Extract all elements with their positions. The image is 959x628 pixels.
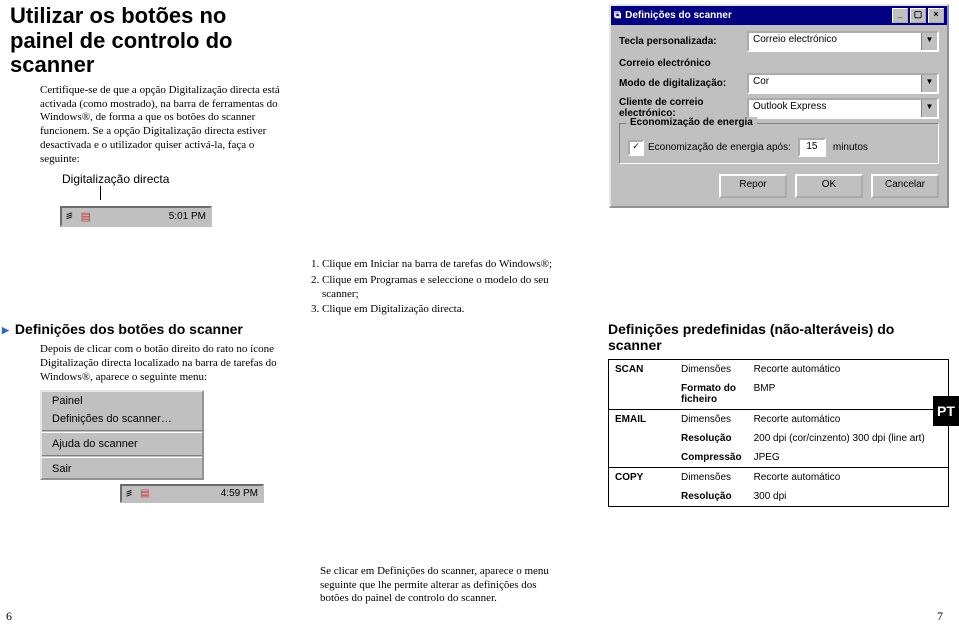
cell-copy-dim: Dimensões [675, 468, 748, 488]
cell-email-res: Resolução [675, 429, 748, 448]
step-2: Clique em Programas e seleccione o model… [322, 274, 574, 302]
energy-groupbox: Economização de energia ✓ Economização d… [619, 123, 939, 164]
cell-copy-res-val: 300 dpi [748, 487, 949, 507]
ctx-separator [42, 455, 202, 458]
context-menu-intro: Depois de clicar com o botão direito do … [40, 343, 290, 384]
scan-mode-dropdown[interactable]: Cor ▼ [747, 73, 939, 94]
tray2-clock: 4:59 PM [217, 486, 262, 501]
email-section-heading: Correio electrónico [619, 58, 939, 69]
section-heading-buttons: Definições dos botões do scanner [2, 321, 290, 337]
cell-formato-val: BMP [748, 379, 949, 409]
energy-checkbox-label: Economização de energia após: [648, 142, 791, 153]
defaults-table: SCAN Dimensões Recorte automático Format… [608, 359, 949, 507]
cell-email-dim-val: Recorte automático [748, 410, 949, 430]
footer-paragraph: Se clicar em Definições do scanner, apar… [320, 565, 560, 606]
custom-key-label: Tecla personalizada: [619, 36, 747, 47]
tray2-handle-icon: ꠵ [122, 486, 136, 501]
tray-clock: 5:01 PM [165, 209, 210, 224]
tray-handle-icon: ꠵ [62, 208, 77, 225]
page-number-left: 6 [6, 609, 12, 624]
intro-paragraph: Certifique-se de que a opção Digitalizaç… [40, 84, 280, 167]
close-button[interactable]: × [928, 8, 944, 23]
ok-button[interactable]: OK [795, 174, 863, 198]
dialog-title: Definições do scanner [625, 10, 732, 21]
system-tray-2: ꠵ ▤ 4:59 PM [120, 484, 264, 503]
custom-key-dropdown[interactable]: Correio electrónico ▼ [747, 31, 939, 52]
cell-copy-dim-val: Recorte automático [748, 468, 949, 488]
cell-copy-res: Resolução [675, 487, 748, 507]
instruction-list: Clique em Iniciar na barra de tarefas do… [322, 258, 574, 317]
scan-mode-value: Cor [749, 75, 921, 92]
ctx-item-panel[interactable]: Painel [42, 392, 202, 410]
reset-button[interactable]: Repor [719, 174, 787, 198]
system-tray: ꠵ ▤ 5:01 PM [60, 206, 212, 227]
cell-email-dim: Dimensões [675, 410, 748, 430]
chevron-down-icon: ▼ [921, 75, 937, 92]
scan-mode-label: Modo de digitalização: [619, 78, 747, 89]
cell-dimensoes: Dimensões [675, 360, 748, 380]
chevron-down-icon: ▼ [921, 33, 937, 50]
ctx-item-settings[interactable]: Definições do scanner… [42, 410, 202, 428]
custom-key-value: Correio electrónico [749, 33, 921, 50]
cell-formato: Formato do ficheiro [675, 379, 748, 409]
minutes-field[interactable]: 15 [798, 138, 826, 157]
page-number-right: 7 [937, 609, 943, 624]
minimize-button[interactable]: _ [892, 8, 908, 23]
scanner-settings-dialog: ⧉ Definições do scanner _ ▢ × Tecla pers… [609, 4, 949, 208]
cell-scan-dim-val: Recorte automático [748, 360, 949, 380]
ctx-separator [42, 430, 202, 433]
maximize-button[interactable]: ▢ [910, 8, 926, 23]
minutes-word: minutos [833, 142, 868, 153]
row-scan-label: SCAN [609, 360, 676, 410]
cell-compressao-val: JPEG [748, 448, 949, 467]
dialog-icon: ⧉ [614, 10, 621, 21]
page-title: Utilizar os botões no painel de controlo… [10, 4, 280, 78]
energy-legend: Economização de energia [626, 117, 757, 128]
step-1: Clique em Iniciar na barra de tarefas do… [322, 258, 574, 272]
email-client-dropdown[interactable]: Outlook Express ▼ [747, 98, 939, 119]
chevron-down-icon: ▼ [921, 100, 937, 117]
scanner-tray-icon-2: ▤ [136, 486, 153, 501]
language-badge: PT [933, 396, 959, 426]
row-email-label: EMAIL [609, 410, 676, 468]
digitalizacao-label: Digitalização directa [62, 172, 280, 186]
energy-checkbox[interactable]: ✓ [628, 140, 644, 156]
ctx-item-exit[interactable]: Sair [42, 460, 202, 478]
row-copy-label: COPY [609, 468, 676, 507]
cell-email-res-val: 200 dpi (cor/cinzento) 300 dpi (line art… [748, 429, 949, 448]
ctx-item-help[interactable]: Ajuda do scanner [42, 435, 202, 453]
scanner-tray-icon[interactable]: ▤ [77, 208, 95, 225]
cancel-button[interactable]: Cancelar [871, 174, 939, 198]
pointer-line [100, 186, 280, 200]
section-heading-defaults: Definições predefinidas (não-alteráveis)… [608, 321, 949, 353]
email-client-value: Outlook Express [749, 100, 921, 117]
email-client-label: Cliente de correio electrónico: [619, 98, 747, 119]
context-menu: Painel Definições do scanner… Ajuda do s… [40, 390, 204, 480]
cell-compressao: Compressão [675, 448, 748, 467]
